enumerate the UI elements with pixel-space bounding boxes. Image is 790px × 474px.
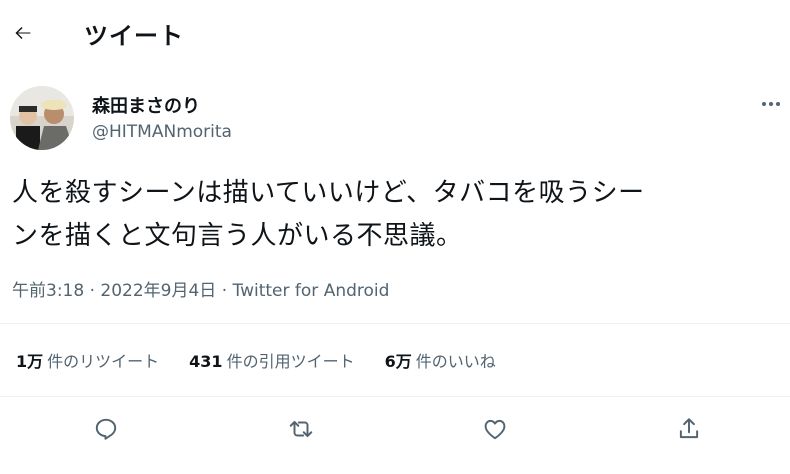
stat-label: 件のいいね xyxy=(415,352,496,371)
more-button[interactable] xyxy=(756,92,786,116)
action-bar xyxy=(0,398,790,460)
user-handle[interactable]: @HITMANmorita xyxy=(92,122,232,142)
stat-number: 431 xyxy=(189,352,223,371)
page-title: ツイート xyxy=(84,22,184,50)
avatar-image xyxy=(10,86,74,150)
quote-count[interactable]: 431 件の引用ツイート xyxy=(189,348,354,372)
like-count[interactable]: 6万 件のいいね xyxy=(385,348,496,372)
share-button[interactable] xyxy=(672,412,706,446)
heart-icon xyxy=(484,419,506,440)
stat-label: 件のリツイート xyxy=(47,352,160,371)
retweet-button[interactable] xyxy=(284,412,318,446)
stat-number: 6万 xyxy=(384,352,412,371)
tweet-source[interactable]: Twitter for Android xyxy=(233,281,390,301)
display-name[interactable]: 森田まさのり xyxy=(92,92,200,118)
share-icon xyxy=(679,418,699,439)
back-button[interactable] xyxy=(8,18,38,48)
like-button[interactable] xyxy=(478,412,512,446)
retweet-icon xyxy=(289,420,313,438)
tweet-stats: 1万 件のリツイート 431 件の引用ツイート 6万 件のいいね xyxy=(16,348,526,372)
more-icon-dot xyxy=(769,102,773,106)
tweet-date[interactable]: 2022年9月4日 xyxy=(100,281,216,301)
divider xyxy=(0,323,790,324)
retweet-count[interactable]: 1万 件のリツイート xyxy=(16,348,159,372)
tweet-page: ツイート 森田まさのり @HITMANmorita 人を殺すシーンは描いていいけ… xyxy=(0,0,790,474)
meta-separator: · xyxy=(221,281,233,301)
reply-button[interactable] xyxy=(89,412,123,446)
stat-number: 1万 xyxy=(16,352,44,371)
divider xyxy=(0,396,790,397)
tweet-text-line: ンを描くと文句言う人がいる不思議。 xyxy=(12,221,463,251)
arrow-left-icon xyxy=(15,26,31,40)
tweet-meta: 午前3:18 · 2022年9月4日 · Twitter for Android xyxy=(12,276,389,301)
stat-label: 件の引用ツイート xyxy=(226,352,355,371)
tweet-text-line: 人を殺すシーンは描いていいけど、タバコを吸うシー xyxy=(12,178,645,208)
more-icon xyxy=(762,102,766,106)
tweet-text: 人を殺すシーンは描いていいけど、タバコを吸うシー ンを描くと文句言う人がいる不思… xyxy=(12,172,782,258)
more-icon-dot xyxy=(776,102,780,106)
meta-separator: · xyxy=(89,281,101,301)
tweet-time[interactable]: 午前3:18 xyxy=(12,281,84,301)
avatar[interactable] xyxy=(10,86,74,150)
header: ツイート xyxy=(0,0,790,66)
reply-icon xyxy=(95,418,117,440)
